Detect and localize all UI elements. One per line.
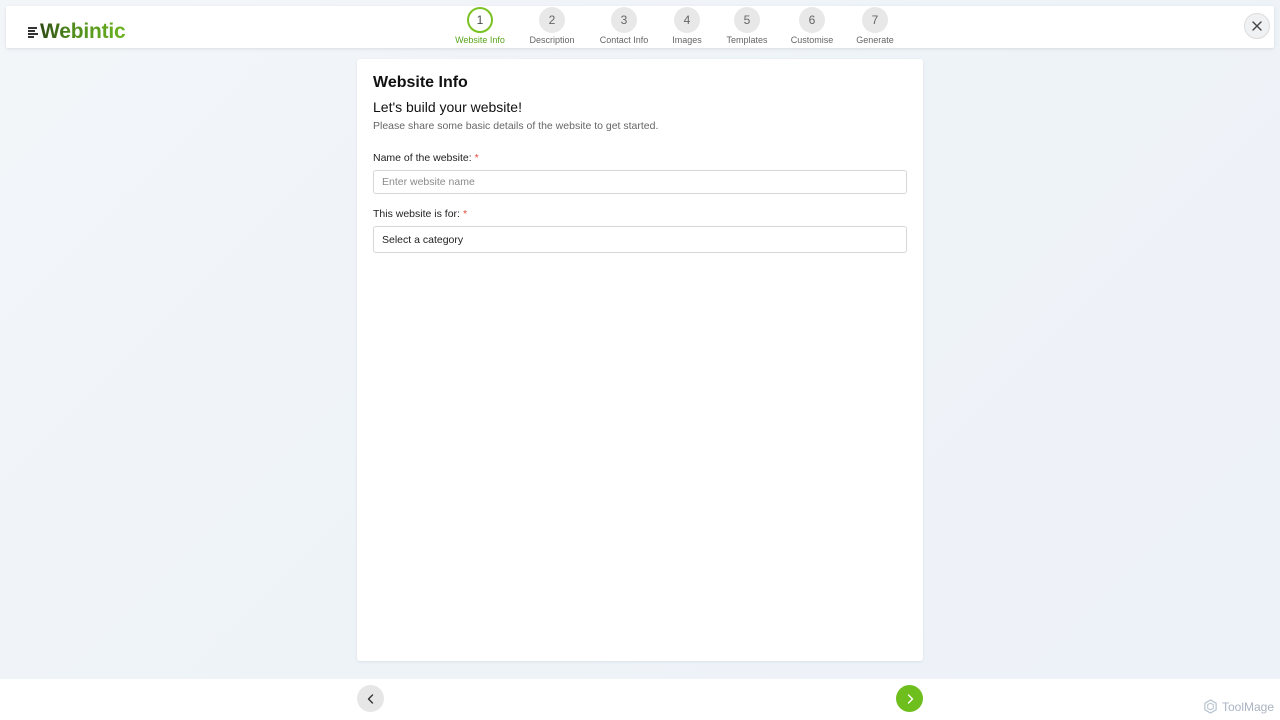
step-number: 7 [862,7,888,33]
brand-logo[interactable]: Webintic [28,20,126,44]
step-generate[interactable]: 7 Generate [840,6,910,45]
website-name-label-text: Name of the website: [373,152,472,164]
category-select[interactable]: Select a category [373,226,907,253]
watermark: ToolMage [1203,699,1274,714]
chevron-left-icon [367,693,373,704]
required-mark: * [474,152,479,164]
step-label: Customise [790,35,834,45]
card-subtitle: Please share some basic details of the w… [373,120,659,132]
brand-name: Webintic [40,20,126,43]
website-name-label: Name of the website: * [373,152,479,164]
step-label: Images [672,35,702,45]
close-button[interactable] [1244,13,1270,39]
category-label-text: This website is for: [373,208,460,220]
step-number: 1 [467,7,493,33]
website-name-input[interactable] [373,170,907,194]
step-number: 4 [674,7,700,33]
watermark-text: ToolMage [1222,699,1275,714]
step-contact-info[interactable]: 3 Contact Info [589,6,659,45]
step-customise[interactable]: 6 Customise [777,6,847,45]
step-number: 2 [539,7,565,33]
step-website-info[interactable]: 1 Website Info [445,6,515,45]
step-number: 3 [611,7,637,33]
toolmage-logo-icon [1204,699,1217,714]
step-description[interactable]: 2 Description [517,6,587,45]
step-label: Description [529,35,575,45]
card-heading: Let's build your website! [373,99,522,115]
step-label: Templates [726,35,768,45]
required-mark: * [462,208,468,220]
step-label: Generate [856,35,894,45]
close-icon [1252,21,1262,31]
footer-bar [0,679,1280,720]
website-info-card: Website Info Let's build your website! P… [357,59,923,661]
step-label: Contact Info [599,35,649,45]
top-header: Webintic 1 Website Info 2 Description 3 … [6,6,1274,48]
step-number: 6 [799,7,825,33]
next-button[interactable] [896,685,923,712]
back-button[interactable] [357,685,384,712]
step-label: Website Info [455,35,505,45]
step-templates[interactable]: 5 Templates [712,6,782,45]
logo-speed-lines-icon [28,25,40,39]
category-label: This website is for: * [373,208,467,220]
step-number: 5 [734,7,760,33]
card-title: Website Info [373,74,468,91]
category-select-value: Select a category [382,233,464,246]
chevron-right-icon [907,693,913,704]
